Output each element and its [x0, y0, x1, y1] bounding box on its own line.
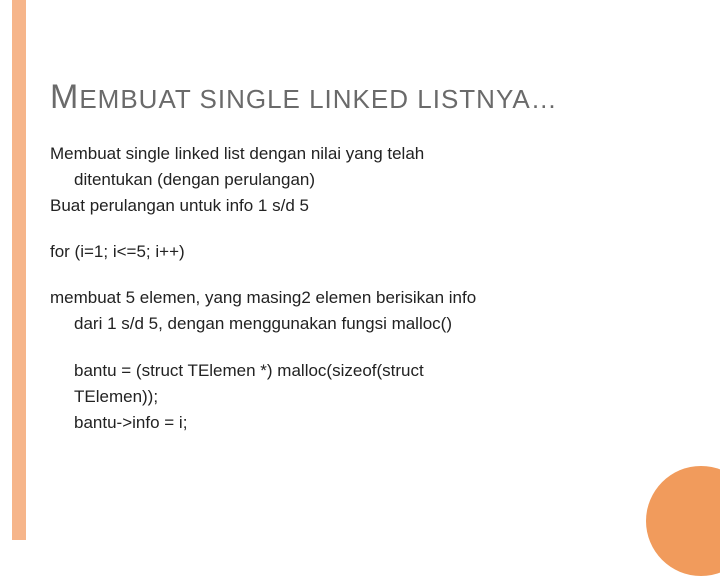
slide-content: MEMBUAT SINGLE LINKED LISTNYA… Membuat s…	[50, 78, 680, 438]
title-word2: SINGLE	[191, 84, 301, 114]
line-7: bantu = (struct TElemen *) malloc(sizeof…	[50, 360, 680, 382]
line-8: TElemen));	[50, 386, 680, 408]
spacer	[50, 340, 680, 360]
title-word4: LISTNYA	[409, 84, 531, 114]
body-text: Membuat single linked list dengan nilai …	[50, 143, 680, 434]
spacer	[50, 267, 680, 287]
line-6: dari 1 s/d 5, dengan menggunakan fungsi …	[50, 313, 680, 335]
title-word3: LINKED	[301, 84, 409, 114]
line-9: bantu->info = i;	[50, 412, 680, 434]
spacer	[50, 221, 680, 241]
corner-circle-icon	[646, 466, 720, 576]
title-dots: …	[531, 84, 558, 114]
line-1: Membuat single linked list dengan nilai …	[50, 143, 680, 165]
line-3: Buat perulangan untuk info 1 s/d 5	[50, 195, 680, 217]
title-rest1: EMBUAT	[79, 84, 191, 114]
line-5: membuat 5 elemen, yang masing2 elemen be…	[50, 287, 680, 309]
side-stripe	[12, 0, 26, 540]
title-cap: M	[50, 78, 79, 116]
page-title: MEMBUAT SINGLE LINKED LISTNYA…	[50, 78, 680, 117]
line-4: for (i=1; i<=5; i++)	[50, 241, 680, 263]
line-2: ditentukan (dengan perulangan)	[50, 169, 680, 191]
